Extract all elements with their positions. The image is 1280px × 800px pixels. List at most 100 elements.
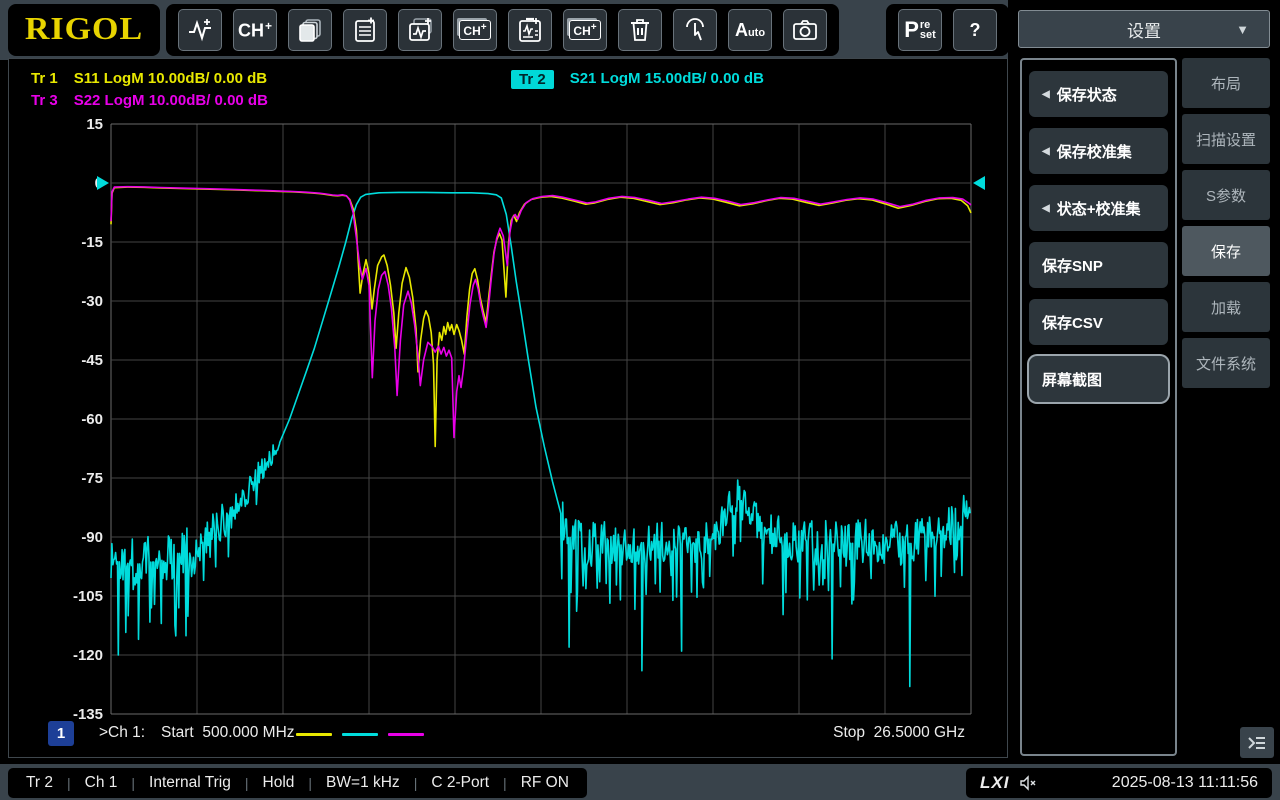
y-tick-label: -15 <box>81 234 103 251</box>
add-trace-window-button[interactable] <box>398 9 442 51</box>
status-item-7[interactable]: RF ON <box>521 774 569 792</box>
preset-label: Preset <box>904 17 936 43</box>
submenu-item-5[interactable]: 保存CSV <box>1029 299 1168 345</box>
menu-item-2[interactable]: 扫描设置 <box>1182 114 1270 164</box>
y-tick-label: -120 <box>73 647 103 664</box>
menu-item-6[interactable]: 文件系统 <box>1182 338 1270 388</box>
preset-button[interactable]: Preset <box>898 9 942 51</box>
channel-window-icon: CH+ <box>569 20 600 40</box>
menu-item-1[interactable]: 布局 <box>1182 58 1270 108</box>
duplicate-trace-button[interactable] <box>288 9 332 51</box>
menu-item-label: S参数 <box>1206 185 1246 206</box>
duplicate-trace-icon <box>295 15 325 45</box>
menu-item-label: 布局 <box>1211 73 1241 94</box>
touch-button[interactable] <box>673 9 717 51</box>
submenu-item-label: 保存SNP <box>1042 255 1103 276</box>
trace3-color-swatch <box>388 733 424 736</box>
submenu-item-3[interactable]: ◀ 状态+校准集 <box>1029 185 1168 231</box>
y-tick-label: -60 <box>81 411 103 428</box>
settings-dropdown[interactable]: 设置 ▼ <box>1018 10 1270 48</box>
y-tick-label: -45 <box>81 352 103 369</box>
status-item-6[interactable]: C 2-Port <box>431 774 489 792</box>
add-trace-icon <box>185 15 215 45</box>
submenu-item-2[interactable]: ◀保存校准集 <box>1029 128 1168 174</box>
auto-scale-button[interactable]: Auto <box>728 9 772 51</box>
status-bar: Tr 2|Ch 1|Internal Trig|Hold|BW=1 kHz|C … <box>0 764 1280 800</box>
status-item-3[interactable]: Internal Trig <box>149 774 231 792</box>
trace3-annotation[interactable]: Tr 3 S22 LogM 10.00dB/ 0.00 dB <box>31 92 268 109</box>
setup-list-button[interactable] <box>508 9 552 51</box>
menu-item-5[interactable]: 加载 <box>1182 282 1270 332</box>
ref-level-marker-left[interactable] <box>97 176 109 190</box>
touch-icon <box>680 15 710 45</box>
mute-icon[interactable] <box>1019 775 1038 791</box>
trace2-format: S21 LogM 15.00dB/ 0.00 dB <box>570 70 764 89</box>
add-channel-button[interactable]: CH+ <box>233 9 277 51</box>
channel-label: >Ch 1: <box>99 724 145 742</box>
submenu-item-label: 状态+校准集 <box>1057 198 1141 219</box>
status-item-5[interactable]: BW=1 kHz <box>326 774 400 792</box>
trace1-label: Tr 1 <box>31 70 58 87</box>
stop-frequency[interactable]: Stop 26.5000 GHz <box>833 724 965 742</box>
screenshot-icon <box>790 15 820 45</box>
status-item-4[interactable]: Hold <box>263 774 295 792</box>
submenu-item-6[interactable]: 屏幕截图 <box>1029 356 1168 402</box>
logo-container: RIGOL <box>8 4 160 56</box>
trace2-annotation[interactable]: Tr 2 S21 LogM 15.00dB/ 0.00 dB <box>511 70 764 89</box>
status-item-1[interactable]: Tr 2 <box>26 774 53 792</box>
lxi-logo: LXI <box>980 773 1009 793</box>
chart-panel: 150-15-30-45-60-75-90-105-120-135 Tr 1 S… <box>8 58 1008 758</box>
trace1-format: S11 LogM 10.00dB/ 0.00 dB <box>74 70 267 87</box>
screenshot-button[interactable] <box>783 9 827 51</box>
triangle-left-icon: ◀ <box>1042 203 1050 214</box>
submenu-item-label: 保存状态 <box>1057 84 1117 105</box>
setup-list-icon <box>515 15 545 45</box>
delete-button[interactable] <box>618 9 662 51</box>
status-pill: Tr 2|Ch 1|Internal Trig|Hold|BW=1 kHz|C … <box>8 768 587 798</box>
toolbar-button-group: CH+ CH+ CH+ Auto <box>166 4 839 56</box>
add-channel-window-icon: CH+ <box>459 20 490 40</box>
trace1-annotation[interactable]: Tr 1 S11 LogM 10.00dB/ 0.00 dB <box>31 70 267 87</box>
separator: | <box>131 775 135 791</box>
new-measurement-button[interactable] <box>343 9 387 51</box>
triangle-left-icon: ◀ <box>1042 89 1050 100</box>
menu-item-3[interactable]: S参数 <box>1182 170 1270 220</box>
sparameter-plot[interactable]: 150-15-30-45-60-75-90-105-120-135 <box>9 59 1007 757</box>
collapse-menu-button[interactable] <box>1240 727 1274 758</box>
trace2-active-badge: Tr 2 <box>511 70 554 89</box>
channel-window-button[interactable]: CH+ <box>563 9 607 51</box>
new-measurement-icon <box>350 15 380 45</box>
y-tick-label: -105 <box>73 588 103 605</box>
separator: | <box>414 775 418 791</box>
separator: | <box>308 775 312 791</box>
add-channel-window-button[interactable]: CH+ <box>453 9 497 51</box>
chevron-down-icon: ▼ <box>1236 22 1249 37</box>
y-tick-label: 15 <box>86 116 103 133</box>
add-channel-label: CH+ <box>238 19 272 41</box>
channel-number-badge[interactable]: 1 <box>48 721 74 746</box>
add-trace-button[interactable] <box>178 9 222 51</box>
settings-dropdown-label: 设置 <box>1127 17 1161 42</box>
add-trace-window-icon <box>405 15 435 45</box>
collapse-menu-icon <box>1247 735 1267 751</box>
ref-level-marker-right[interactable] <box>973 176 985 190</box>
trace2-color-swatch <box>342 733 378 736</box>
y-tick-label: -75 <box>81 470 103 487</box>
submenu-item-4[interactable]: 保存SNP <box>1029 242 1168 288</box>
submenu-item-label: 保存校准集 <box>1057 141 1132 162</box>
submenu-item-1[interactable]: ◀ 保存状态 <box>1029 71 1168 117</box>
datetime: 2025-08-13 11:11:56 <box>1112 774 1258 792</box>
status-item-2[interactable]: Ch 1 <box>85 774 118 792</box>
menu-item-label: 加载 <box>1211 297 1241 318</box>
start-frequency[interactable]: Start 500.000 MHz <box>161 724 295 742</box>
separator: | <box>503 775 507 791</box>
menu-item-label: 文件系统 <box>1196 353 1256 374</box>
y-tick-label: -30 <box>81 293 103 310</box>
channel-footer: 1 >Ch 1: Start 500.000 MHz Stop 26.5000 … <box>9 721 1007 749</box>
rigol-logo: RIGOL <box>25 13 143 48</box>
menu-item-4[interactable]: 保存 <box>1182 226 1270 276</box>
y-tick-label: -90 <box>81 529 103 546</box>
help-button[interactable]: ? <box>953 9 997 51</box>
trace1-color-swatch <box>296 733 332 736</box>
save-submenu-panel: ◀ 保存状态 ◀保存校准集 ◀ 状态+校准集保存SNP 保存CSV 屏幕截图 <box>1020 58 1177 756</box>
